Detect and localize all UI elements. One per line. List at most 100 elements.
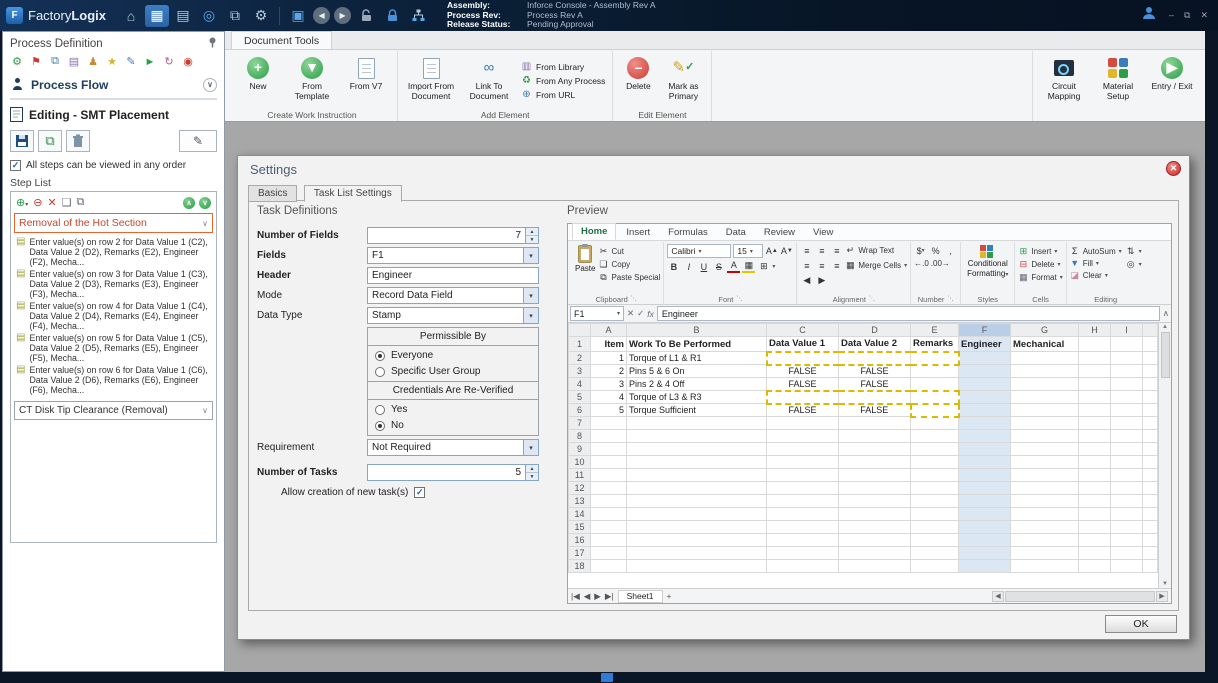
cell-A1[interactable]: Item <box>590 336 627 352</box>
person-icon[interactable]: ♟ <box>86 55 100 68</box>
cell-B14[interactable] <box>626 507 767 521</box>
cop(y)-documents-icon[interactable]: ⧉ <box>223 5 247 27</box>
any-order-checkbox[interactable]: ✓ <box>10 160 21 171</box>
wrap-text-button[interactable]: ↵ Wrap Text <box>845 245 895 256</box>
cell-B7[interactable] <box>626 416 767 430</box>
cell-G18[interactable] <box>1010 559 1079 573</box>
cell-G4[interactable] <box>1010 377 1079 391</box>
cell-G17[interactable] <box>1010 546 1079 560</box>
row-header-1[interactable]: 1 <box>568 336 591 352</box>
confirm-entry-icon[interactable]: ✓ <box>637 308 644 319</box>
conditional-formatting-button[interactable]: Conditional Formatting▾ <box>964 244 1011 293</box>
cell-C11[interactable] <box>766 468 839 482</box>
cell-overflow[interactable] <box>1142 520 1158 534</box>
row-header-10[interactable]: 10 <box>568 455 591 469</box>
cell-F18[interactable] <box>958 559 1011 573</box>
underline-button[interactable]: U <box>697 260 710 273</box>
row-header-7[interactable]: 7 <box>568 416 591 430</box>
radio-icon[interactable] <box>375 404 385 415</box>
cell-A10[interactable] <box>590 455 627 469</box>
fill-button[interactable]: ▼ Fill ▾ <box>1070 258 1122 268</box>
forward-icon[interactable]: ▶ <box>334 7 352 24</box>
cell-A17[interactable] <box>590 546 627 560</box>
cell-C2[interactable] <box>765 350 839 366</box>
cell-overflow[interactable] <box>1142 546 1158 560</box>
step-list-item[interactable]: ▤ Enter value(s) on row 2 for Data Value … <box>14 236 213 268</box>
number-of-tasks-stepper[interactable]: 5 ▲ ▼ <box>367 464 539 481</box>
header-input[interactable]: Engineer <box>367 267 539 284</box>
cell-C5[interactable] <box>765 389 839 405</box>
font-color-button[interactable]: A <box>727 260 741 273</box>
cell-G7[interactable] <box>1010 416 1079 430</box>
gear-icon[interactable]: ⚙ <box>10 55 24 68</box>
cell-overflow[interactable] <box>1142 533 1158 547</box>
cell-A12[interactable] <box>590 481 627 495</box>
cell-H15[interactable] <box>1078 520 1111 534</box>
any-order-checkbox-row[interactable]: ✓ All steps can be viewed in any order <box>10 160 217 171</box>
horizontal-scrollbar[interactable]: ◀ ▶ <box>992 590 1168 602</box>
accounting-format-button[interactable]: $ ▾ <box>914 244 927 257</box>
shrink-font-button[interactable]: A ▼ <box>780 245 793 258</box>
cell-I17[interactable] <box>1110 546 1143 560</box>
radio-icon[interactable] <box>375 350 385 361</box>
dropdown-icon[interactable]: ▾ <box>523 440 538 455</box>
star-icon[interactable]: ★ <box>105 55 119 68</box>
cell-E8[interactable] <box>910 429 959 443</box>
excel-tab-home[interactable]: Home <box>572 223 617 240</box>
cell-F12[interactable] <box>958 481 1011 495</box>
cell-H14[interactable] <box>1078 507 1111 521</box>
cancel-entry-icon[interactable]: ✕ <box>627 308 634 319</box>
flag-icon[interactable]: ⚑ <box>29 55 43 68</box>
cell-C1[interactable]: Data Value 1 <box>766 336 839 352</box>
cell-D16[interactable] <box>838 533 911 547</box>
cell-H6[interactable] <box>1078 403 1111 417</box>
cell-B15[interactable] <box>626 520 767 534</box>
cell-B12[interactable] <box>626 481 767 495</box>
cell-B10[interactable] <box>626 455 767 469</box>
cell-I8[interactable] <box>1110 429 1143 443</box>
cell-I1[interactable] <box>1110 336 1143 352</box>
process-grid-icon[interactable]: ▦ <box>145 4 170 27</box>
cell-E7[interactable] <box>910 416 959 430</box>
number-of-fields-stepper[interactable]: 7 ▲ ▼ <box>367 227 539 244</box>
paste-button[interactable]: Paste <box>572 244 598 293</box>
cell-H13[interactable] <box>1078 494 1111 508</box>
insert-function-icon[interactable]: fx <box>647 309 654 319</box>
spinner-buttons[interactable]: ▲ ▼ <box>525 465 538 480</box>
cell-C10[interactable] <box>766 455 839 469</box>
radio-everyone[interactable]: Everyone <box>375 350 531 361</box>
cell-G1[interactable]: Mechanical <box>1010 336 1079 352</box>
cell-I18[interactable] <box>1110 559 1143 573</box>
row-header-5[interactable]: 5 <box>568 390 591 404</box>
cell-F3[interactable] <box>958 364 1011 378</box>
cell-H11[interactable] <box>1078 468 1111 482</box>
first-sheet-icon[interactable]: |◀ <box>571 591 580 602</box>
row-header-9[interactable]: 9 <box>568 442 591 456</box>
clear-button[interactable]: ◪ Clear ▾ <box>1070 270 1122 281</box>
cell-E9[interactable] <box>910 442 959 456</box>
play-icon[interactable]: ► <box>143 56 157 68</box>
decrease-indent-button[interactable]: ◀ <box>800 274 813 287</box>
formula-input[interactable]: Engineer <box>656 306 1160 321</box>
column-header-E[interactable]: E <box>910 323 959 337</box>
row-header-12[interactable]: 12 <box>568 481 591 495</box>
radio-specific-user-group[interactable]: Specific User Group <box>375 366 531 377</box>
archive-icon[interactable]: ▤ <box>67 55 81 68</box>
step-list-item[interactable]: ▤ Enter value(s) on row 5 for Data Value … <box>14 332 213 364</box>
column-header-C[interactable]: C <box>766 323 839 337</box>
pencil-icon[interactable]: ✎ <box>124 55 138 68</box>
cell-H9[interactable] <box>1078 442 1111 456</box>
dialog-launcher-icon[interactable]: ⋱ <box>947 295 953 304</box>
cell-I2[interactable] <box>1110 351 1143 365</box>
cell-H4[interactable] <box>1078 377 1111 391</box>
cell-overflow[interactable] <box>1142 442 1158 456</box>
active-step-item[interactable]: Removal of the Hot Section ∨ <box>14 213 213 233</box>
minimize-button[interactable]: – <box>1169 10 1174 21</box>
cell-I3[interactable] <box>1110 364 1143 378</box>
cell-A8[interactable] <box>590 429 627 443</box>
record-icon[interactable]: ◉ <box>181 55 195 68</box>
row-header-4[interactable]: 4 <box>568 377 591 391</box>
cell-overflow[interactable] <box>1142 494 1158 508</box>
cut-button[interactable]: ✂ Cut <box>598 246 660 257</box>
step-list-item[interactable]: ▤ Enter value(s) on row 4 for Data Value … <box>14 300 213 332</box>
